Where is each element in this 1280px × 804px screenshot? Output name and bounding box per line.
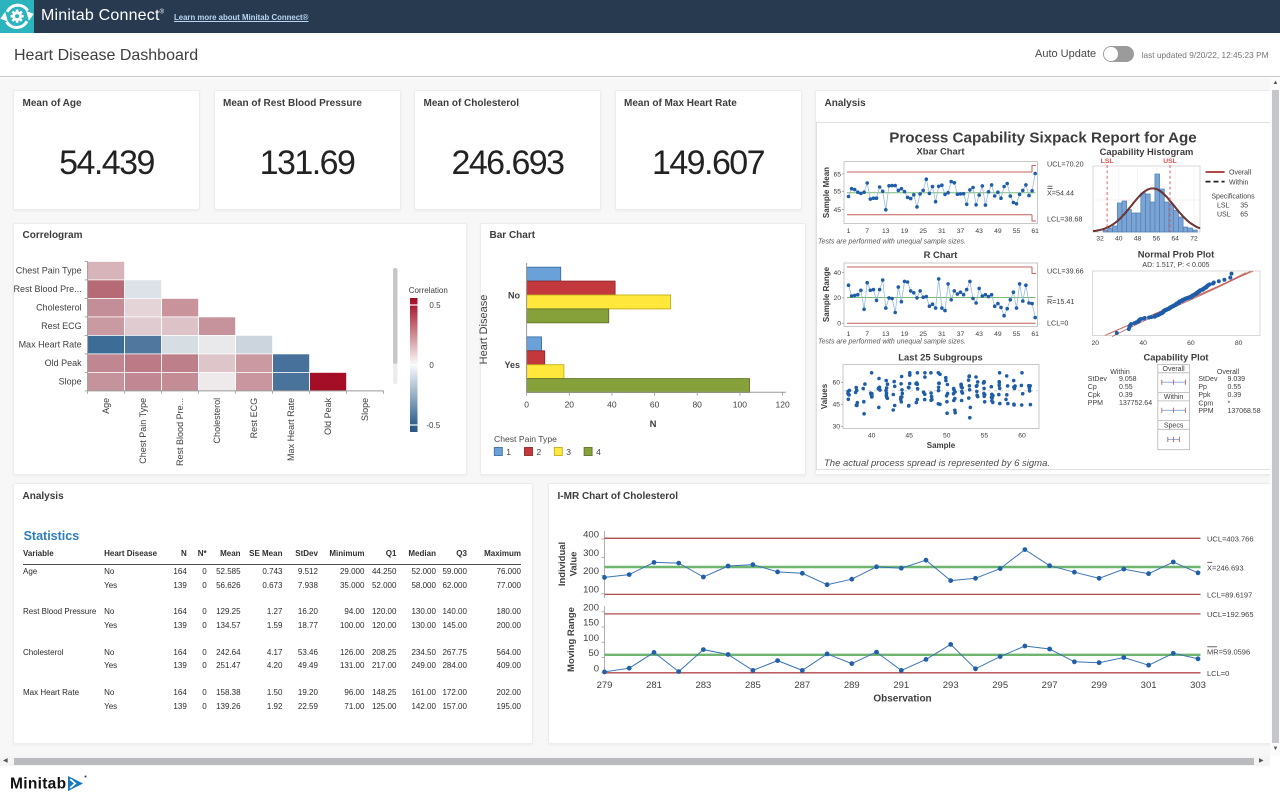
svg-text:Minitab: Minitab <box>10 776 66 793</box>
